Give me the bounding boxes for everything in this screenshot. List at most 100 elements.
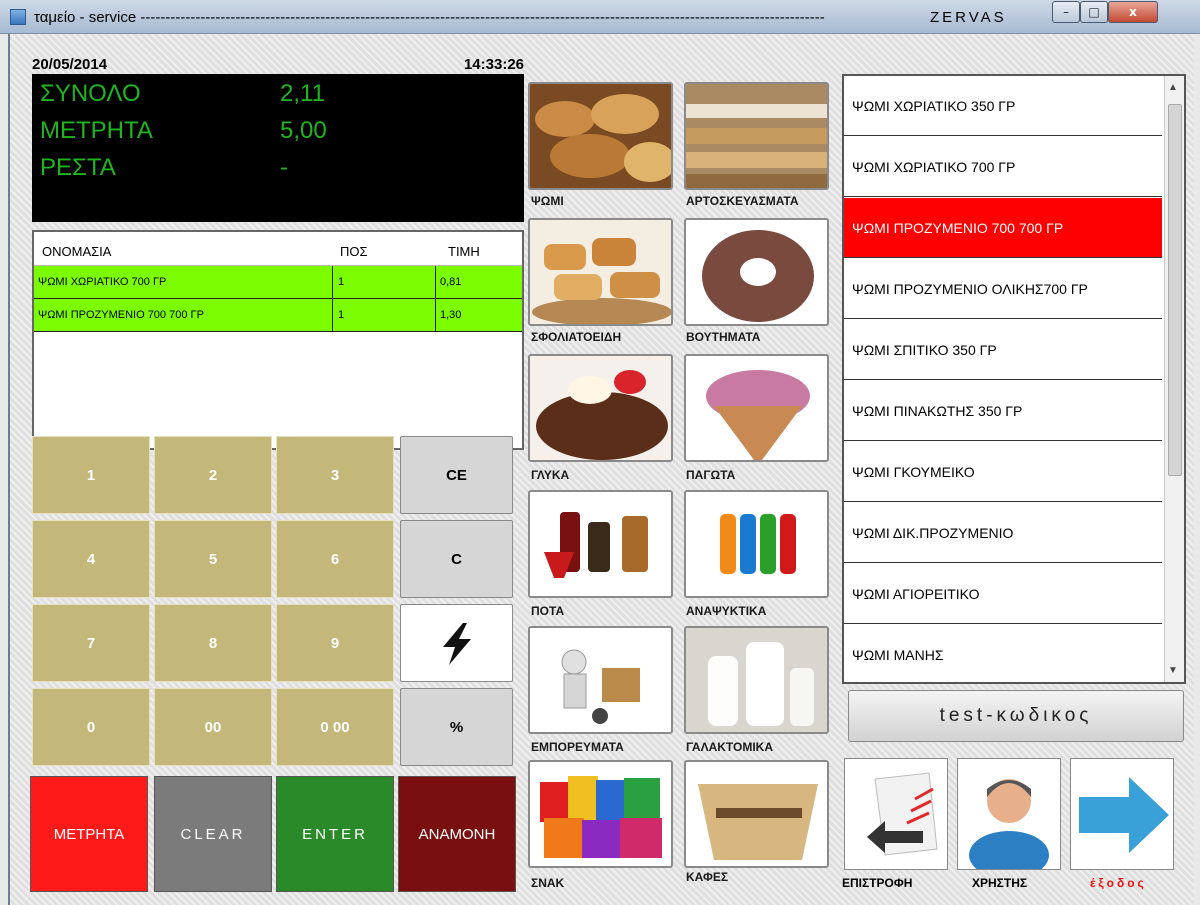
- totals-display: ΣΥΝΟΛΟ 2,11 ΜΕΤΡΗΤΑ 5,00 ΡΕΣΤΑ -: [32, 74, 524, 222]
- category-sweets[interactable]: [528, 354, 673, 462]
- ce-button[interactable]: CE: [400, 436, 513, 514]
- product-item[interactable]: ΨΩΜΙ ΠΡΟΖΥΜΕΝΙΟ ΟΛΙΚΗΣ700 ΓΡ: [844, 259, 1162, 319]
- category-dairy[interactable]: [684, 626, 829, 734]
- arrow-right-icon: [1071, 759, 1173, 869]
- category-ice-cream-label: ΠΑΓΩΤΑ: [686, 468, 736, 482]
- receipt-row[interactable]: ΨΩΜΙ ΠΡΟΖΥΜΕΝΙΟ 700 700 ΓΡ 1 1,30: [34, 299, 522, 332]
- category-bread[interactable]: [528, 82, 673, 190]
- receipt-row[interactable]: ΨΩΜΙ ΧΩΡΙΑΤΙΚΟ 700 ΓΡ 1 0,81: [34, 266, 522, 299]
- category-bakery[interactable]: [684, 82, 829, 190]
- category-bread-label: ΨΩΜΙ: [531, 194, 564, 208]
- receipt-table: ΟΝΟΜΑΣΙΑ ΠΟΣ ΤΙΜΗ ΨΩΜΙ ΧΩΡΙΑΤΙΚΟ 700 ΓΡ …: [32, 230, 524, 450]
- user-button[interactable]: [957, 758, 1061, 879]
- category-dairy-label: ΓΑΛΑΚΤΟΜΙΚΑ: [686, 740, 774, 754]
- app-icon: [10, 9, 26, 25]
- key-9[interactable]: 9: [276, 604, 394, 682]
- category-drinks-label: ΠΟΤΑ: [531, 604, 565, 618]
- change-value: -: [280, 154, 288, 181]
- clear-button[interactable]: CLEAR: [154, 776, 272, 892]
- exit-label: έξοδος: [1090, 876, 1147, 890]
- product-item[interactable]: ΨΩΜΙ ΧΩΡΙΑΤΙΚΟ 700 ΓΡ: [844, 137, 1162, 197]
- category-goods[interactable]: [528, 626, 673, 734]
- key-3[interactable]: 3: [276, 436, 394, 514]
- percent-button[interactable]: %: [400, 688, 513, 766]
- product-item[interactable]: ΨΩΜΙ ΜΑΝΗΣ: [844, 625, 1162, 685]
- maximize-button[interactable]: □: [1080, 1, 1108, 23]
- category-soft-drinks-label: ΑΝΑΨΥΚΤΙΚΑ: [686, 604, 767, 618]
- lightning-icon: [442, 623, 471, 665]
- product-item[interactable]: ΨΩΜΙ ΧΩΡΙΑΤΙΚΟ 350 ΓΡ: [844, 76, 1162, 136]
- key-1[interactable]: 1: [32, 436, 150, 514]
- cash-value: 5,00: [280, 117, 327, 144]
- return-arrow-icon: [867, 772, 938, 856]
- category-soft-drinks[interactable]: [684, 490, 829, 598]
- category-bakery-label: ΑΡΤΟΣΚΕΥΑΣΜΑΤΑ: [686, 194, 799, 208]
- quick-pay-button[interactable]: [400, 604, 513, 682]
- scroll-thumb[interactable]: [1168, 104, 1182, 476]
- receipt-item-name: ΨΩΜΙ ΠΡΟΖΥΜΕΝΙΟ 700 700 ΓΡ: [38, 309, 204, 321]
- category-pastry[interactable]: [528, 218, 673, 326]
- change-label: ΡΕΣΤΑ: [40, 154, 116, 181]
- product-item[interactable]: ΨΩΜΙ ΑΓΙΟΡΕΙΤΙΚΟ: [844, 564, 1162, 624]
- c-button[interactable]: C: [400, 520, 513, 598]
- date-label: 20/05/2014: [32, 56, 108, 73]
- key-6[interactable]: 6: [276, 520, 394, 598]
- return-label: ΕΠΙΣΤΡΟΦΗ: [842, 876, 913, 890]
- enter-button[interactable]: ENTER: [276, 776, 394, 892]
- category-drinks[interactable]: [528, 490, 673, 598]
- product-item[interactable]: ΨΩΜΙ ΣΠΙΤΙΚΟ 350 ΓΡ: [844, 320, 1162, 380]
- close-button[interactable]: x: [1108, 1, 1158, 23]
- hold-button[interactable]: ΑΝΑΜΟΝΗ: [398, 776, 516, 892]
- product-item[interactable]: ΨΩΜΙ ΔΙΚ.ΠΡΟΖΥΜΕΝΙΟ: [844, 503, 1162, 563]
- return-button[interactable]: [844, 758, 948, 870]
- product-item[interactable]: ΨΩΜΙ ΓΚΟΥΜΕΙΚΟ: [844, 442, 1162, 502]
- ice-cream-icon: [686, 356, 827, 460]
- key-00[interactable]: 00: [154, 688, 272, 766]
- exit-button[interactable]: [1070, 758, 1174, 870]
- window-title: ταμείο - service -----------------------…: [34, 9, 934, 26]
- snacks-icon: [530, 762, 671, 866]
- key-000[interactable]: 0 00: [276, 688, 394, 766]
- scroll-up-icon[interactable]: ▲: [1168, 82, 1178, 93]
- minimize-button[interactable]: –: [1052, 1, 1080, 23]
- column-divider: [435, 299, 436, 331]
- pos-main: 20/05/2014 14:33:26 ΣΥΝΟΛΟ 2,11 ΜΕΤΡΗΤΑ 5,…: [8, 34, 1194, 905]
- key-7[interactable]: 7: [32, 604, 150, 682]
- receipt-item-name: ΨΩΜΙ ΧΩΡΙΑΤΙΚΟ 700 ΓΡ: [38, 276, 167, 288]
- product-item[interactable]: ΨΩΜΙ ΠΙΝΑΚΩΤΗΣ 350 ΓΡ: [844, 381, 1162, 441]
- category-coffee[interactable]: [684, 760, 829, 868]
- total-label: ΣΥΝΟΛΟ: [40, 80, 141, 107]
- window-titlebar: ταμείο - service -----------------------…: [0, 0, 1200, 34]
- bread-icon: [530, 84, 671, 188]
- goods-icon: [530, 628, 671, 732]
- key-2[interactable]: 2: [154, 436, 272, 514]
- window-title-dashes: ----------------------------------------…: [140, 9, 825, 26]
- donut-icon: [686, 220, 827, 324]
- total-value: 2,11: [280, 80, 325, 107]
- receipt-header: ΟΝΟΜΑΣΙΑ ΠΟΣ ΤΙΜΗ: [34, 232, 522, 266]
- brand-name: ZERVAS: [930, 9, 1007, 26]
- category-snacks[interactable]: [528, 760, 673, 868]
- key-8[interactable]: 8: [154, 604, 272, 682]
- receipt-item-qty: 1: [338, 309, 345, 321]
- category-ice-cream[interactable]: [684, 354, 829, 462]
- key-5[interactable]: 5: [154, 520, 272, 598]
- product-item-selected[interactable]: ΨΩΜΙ ΠΡΟΖΥΜΕΝΙΟ 700 700 ΓΡ: [844, 198, 1162, 258]
- column-divider: [332, 266, 333, 298]
- column-divider: [435, 266, 436, 298]
- soft-drinks-icon: [686, 492, 827, 596]
- user-label: ΧΡΗΣΤΗΣ: [972, 876, 1028, 890]
- key-0[interactable]: 0: [32, 688, 150, 766]
- scroll-down-icon[interactable]: ▼: [1168, 665, 1178, 676]
- cash-row: ΜΕΤΡΗΤΑ 5,00: [40, 117, 327, 145]
- coffee-icon: [686, 762, 827, 866]
- cash-label: ΜΕΤΡΗΤΑ: [40, 117, 153, 144]
- bakery-icon: [686, 84, 827, 188]
- category-donuts[interactable]: [684, 218, 829, 326]
- key-4[interactable]: 4: [32, 520, 150, 598]
- product-list-scrollbar[interactable]: ▲ ▼: [1164, 76, 1184, 682]
- cash-button[interactable]: ΜΕΤΡΗΤΑ: [30, 776, 148, 892]
- receipt-item-price: 0,81: [440, 276, 462, 288]
- test-code-button[interactable]: test-κωδικος: [848, 690, 1184, 742]
- category-goods-label: ΕΜΠΟΡΕΥΜΑΤΑ: [531, 740, 624, 754]
